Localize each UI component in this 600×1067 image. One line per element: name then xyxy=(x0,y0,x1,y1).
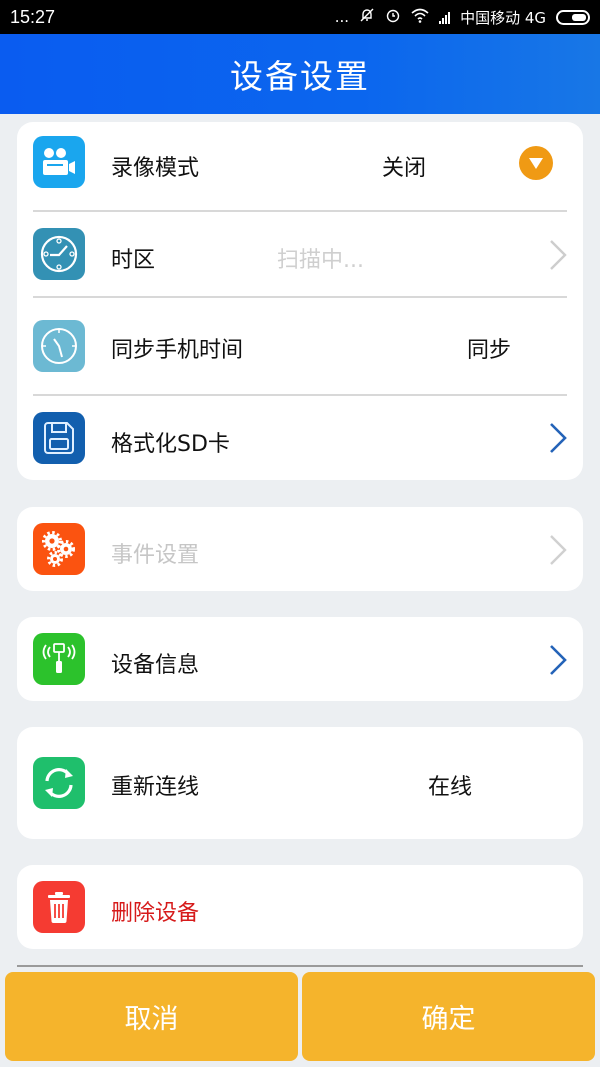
settings-card-events: 事件设置 xyxy=(17,507,583,591)
status-bar: 15:27 ... 中国移动 4G xyxy=(0,0,600,34)
chevron-right-icon[interactable] xyxy=(547,534,569,566)
settings-card-device: 录像模式 关闭 时区 扫描中... 同步手机时间 同步 格式化SD卡 xyxy=(17,122,583,480)
video-camera-icon xyxy=(33,136,85,188)
settings-card-delete: 删除设备 xyxy=(17,865,583,949)
clock-icon xyxy=(33,228,85,280)
refresh-icon xyxy=(33,757,85,809)
floppy-disk-icon xyxy=(33,412,85,464)
cancel-button[interactable]: 取消 xyxy=(5,972,298,1061)
carrier-label: 中国移动 4G xyxy=(460,8,546,27)
chevron-right-icon[interactable] xyxy=(547,644,569,676)
timezone-value: 扫描中... xyxy=(277,248,364,273)
setting-row-sync-time[interactable]: 同步手机时间 同步 xyxy=(17,298,583,394)
record-mode-label: 录像模式 xyxy=(111,156,200,181)
page-title: 设备设置 xyxy=(230,57,370,96)
setting-row-format-sd[interactable]: 格式化SD卡 xyxy=(17,396,583,480)
more-notifications-icon: ... xyxy=(334,8,350,26)
status-time: 15:27 xyxy=(10,6,56,27)
format-sd-label: 格式化SD卡 xyxy=(111,432,230,457)
connection-status: 在线 xyxy=(428,775,473,800)
record-mode-value[interactable]: 关闭 xyxy=(382,150,426,182)
bell-muted-icon xyxy=(359,7,375,27)
status-icons: ... 中国移动 4G xyxy=(335,7,590,28)
sync-time-label: 同步手机时间 xyxy=(111,338,244,363)
dropdown-icon[interactable] xyxy=(519,146,553,180)
settings-card-info: 设备信息 xyxy=(17,617,583,701)
device-info-label: 设备信息 xyxy=(111,653,200,678)
sync-time-button[interactable]: 同步 xyxy=(467,332,511,364)
delete-device-button[interactable]: 删除设备 xyxy=(17,865,583,949)
setting-row-device-info[interactable]: 设备信息 xyxy=(17,617,583,701)
setting-row-timezone[interactable]: 时区 扫描中... xyxy=(17,212,583,296)
confirm-button[interactable]: 确定 xyxy=(302,972,595,1061)
app-header: 设备设置 xyxy=(0,34,600,114)
timezone-label: 时区 xyxy=(111,248,156,273)
battery-icon xyxy=(556,9,590,25)
wifi-icon xyxy=(411,8,429,27)
setting-row-event-settings[interactable]: 事件设置 xyxy=(17,507,583,591)
trash-icon xyxy=(33,881,85,933)
antenna-icon xyxy=(33,633,85,685)
alarm-icon xyxy=(385,7,401,27)
chevron-right-icon[interactable] xyxy=(547,239,569,271)
signal-icon xyxy=(439,11,451,24)
gears-icon xyxy=(33,523,85,575)
event-settings-label: 事件设置 xyxy=(111,543,200,568)
settings-card-connection: 重新连线 在线 xyxy=(17,727,583,839)
setting-row-reconnect[interactable]: 重新连线 在线 xyxy=(17,727,583,839)
reconnect-label: 重新连线 xyxy=(111,775,200,800)
chevron-right-icon[interactable] xyxy=(547,422,569,454)
clock-icon xyxy=(33,320,85,372)
setting-row-record-mode[interactable]: 录像模式 关闭 xyxy=(17,122,583,210)
footer-divider xyxy=(17,965,583,967)
delete-device-label: 删除设备 xyxy=(111,901,200,926)
